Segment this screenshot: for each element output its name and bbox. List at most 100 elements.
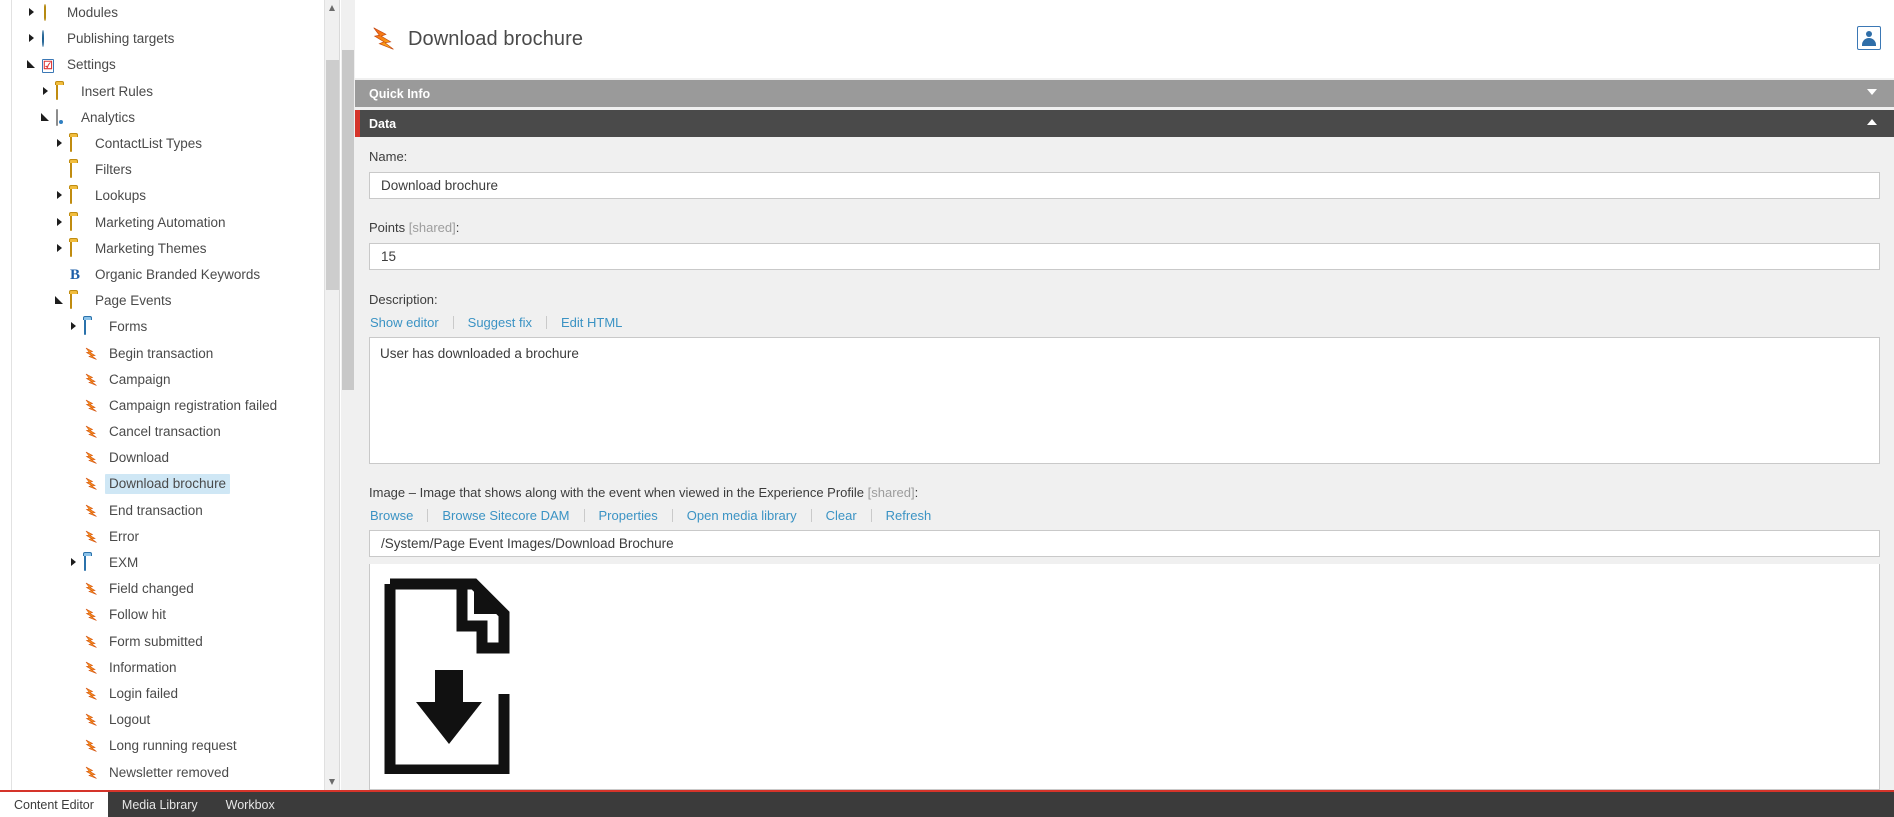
tree-item-label: Field changed	[109, 581, 194, 597]
tree-item-login-failed[interactable]: Login failed	[13, 681, 325, 707]
field-label-image: Image – Image that shows along with the …	[369, 485, 1880, 501]
content-tree[interactable]: Modules Publishing targets ☑ Settings Insert…	[13, 0, 325, 790]
section-header-data[interactable]: Data	[355, 110, 1894, 137]
tree-item-information[interactable]: Information	[13, 655, 325, 681]
tree-item-modules[interactable]: Modules	[13, 0, 325, 26]
tree-item-label: Campaign registration failed	[109, 397, 278, 413]
bottom-tab-bar: Content Editor Media Library Workbox	[0, 790, 1894, 817]
tree-item-cancel-transaction[interactable]: Cancel transaction	[13, 419, 325, 445]
collapse-triangle-icon[interactable]	[25, 55, 40, 75]
tree-item-field-changed[interactable]: Field changed	[13, 576, 325, 602]
section-header-quick-info[interactable]: Quick Info	[355, 80, 1894, 107]
tree-item-marketing-themes[interactable]: Marketing Themes	[13, 236, 325, 262]
tree-item-insert-rules[interactable]: Insert Rules	[13, 79, 325, 105]
download-brochure-image	[384, 578, 510, 776]
analytics-icon	[56, 108, 72, 126]
page-event-icon	[84, 372, 100, 388]
tree-item-label: Download brochure	[105, 474, 231, 495]
tree-item-label: Organic Branded Keywords	[95, 266, 261, 282]
tree-item-begin-transaction[interactable]: Begin transaction	[13, 340, 325, 366]
tree-item-download-brochure[interactable]: Download brochure	[13, 471, 325, 497]
tree-item-contactlist-types[interactable]: ContactList Types	[13, 131, 325, 157]
page-event-icon	[84, 765, 100, 781]
tree-item-marketing-automation[interactable]: Marketing Automation	[13, 210, 325, 236]
image-open-media-library-link[interactable]: Open media library	[686, 508, 798, 523]
expand-triangle-icon[interactable]	[53, 186, 68, 206]
tree-item-end-transaction[interactable]: End transaction	[13, 498, 325, 524]
tab-media-library[interactable]: Media Library	[108, 792, 212, 817]
link-separator	[583, 509, 585, 522]
link-separator	[671, 509, 673, 522]
name-input[interactable]	[369, 172, 1880, 199]
tree-item-download[interactable]: Download	[13, 445, 325, 471]
chevron-up-icon[interactable]	[1867, 117, 1878, 128]
tree-item-label: Insert Rules	[81, 83, 154, 99]
expand-triangle-icon[interactable]	[39, 82, 54, 102]
image-properties-link[interactable]: Properties	[598, 508, 659, 523]
points-input[interactable]	[369, 243, 1880, 270]
content-scrollbar-thumb[interactable]	[342, 50, 354, 390]
tree-item-campaign-registration-failed[interactable]: Campaign registration failed	[13, 393, 325, 419]
tree-item-error[interactable]: Error	[13, 524, 325, 550]
expand-triangle-icon[interactable]	[53, 213, 68, 233]
expand-triangle-icon[interactable]	[25, 29, 40, 49]
tree-item-lookups[interactable]: Lookups	[13, 183, 325, 209]
content-scrollbar[interactable]	[341, 0, 355, 790]
description-show-editor-link[interactable]: Show editor	[369, 315, 440, 330]
branded-keyword-icon: B	[70, 266, 81, 283]
tree-item-form-submitted[interactable]: Form submitted	[13, 629, 325, 655]
page-event-icon	[84, 686, 100, 702]
tree-item-logout[interactable]: Logout	[13, 707, 325, 733]
tree-item-filters[interactable]: Filters	[13, 157, 325, 183]
collapse-triangle-icon[interactable]	[39, 108, 54, 128]
field-name: Name:	[369, 149, 1880, 199]
tree-item-forms[interactable]: Forms	[13, 314, 325, 340]
tree-item-analytics[interactable]: Analytics	[13, 105, 325, 131]
expand-triangle-icon[interactable]	[53, 134, 68, 154]
field-label-image-text: Image – Image that shows along with the …	[369, 485, 865, 500]
tree-item-publishing-targets[interactable]: Publishing targets	[13, 26, 325, 52]
tree-item-campaign[interactable]: Campaign	[13, 367, 325, 393]
image-clear-link[interactable]: Clear	[825, 508, 858, 523]
tree-scroll-down-button[interactable]	[325, 774, 339, 790]
page-event-icon	[84, 476, 100, 492]
tree-item-settings[interactable]: ☑ Settings	[13, 52, 325, 78]
description-textarea[interactable]: User has downloaded a brochure	[369, 337, 1880, 464]
tree-item-organic-branded-keywords[interactable]: B Organic Branded Keywords	[13, 262, 325, 288]
image-preview[interactable]	[369, 564, 1880, 790]
folder-icon	[70, 213, 86, 231]
tree-item-page-events[interactable]: Page Events	[13, 288, 325, 314]
tree-scrollbar[interactable]	[324, 0, 339, 790]
collapse-triangle-icon[interactable]	[53, 291, 68, 311]
tree-item-label: Publishing targets	[67, 31, 175, 47]
tree-scrollbar-thumb[interactable]	[326, 60, 339, 290]
image-browse-sitecore-dam-link[interactable]: Browse Sitecore DAM	[441, 508, 570, 523]
tab-content-editor[interactable]: Content Editor	[0, 792, 108, 817]
chevron-down-icon[interactable]	[1867, 87, 1878, 98]
page-event-icon	[84, 634, 100, 650]
image-path-input[interactable]	[369, 530, 1880, 557]
description-edit-html-link[interactable]: Edit HTML	[560, 315, 623, 330]
expand-triangle-icon[interactable]	[25, 3, 40, 23]
image-browse-link[interactable]: Browse	[369, 508, 414, 523]
field-label-points: Points [shared]:	[369, 220, 1880, 236]
tree-item-label: Login failed	[109, 685, 179, 701]
tree-item-long-running-request[interactable]: Long running request	[13, 733, 325, 759]
tree-item-label: Modules	[67, 5, 119, 21]
user-icon[interactable]	[1857, 26, 1881, 50]
tree-item-follow-hit[interactable]: Follow hit	[13, 602, 325, 628]
image-refresh-link[interactable]: Refresh	[885, 508, 933, 523]
description-suggest-fix-link[interactable]: Suggest fix	[467, 315, 533, 330]
tree-item-exm[interactable]: EXM	[13, 550, 325, 576]
expand-triangle-icon[interactable]	[53, 239, 68, 259]
expand-triangle-icon[interactable]	[67, 553, 82, 573]
tree-item-newsletter-removed[interactable]: Newsletter removed	[13, 759, 325, 785]
expand-triangle-icon[interactable]	[67, 317, 82, 337]
tab-workbox[interactable]: Workbox	[212, 792, 289, 817]
tree-scroll-up-button[interactable]	[325, 0, 339, 16]
